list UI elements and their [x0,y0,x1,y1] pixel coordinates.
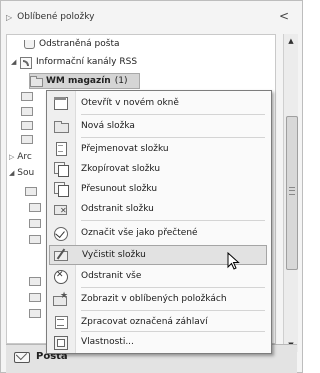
move-folder-icon [53,182,69,197]
menu-item-process-marked-headers[interactable]: Zpracovat označená záhlaví [49,312,267,332]
menu-item-mark-all-read[interactable]: Označit vše jako přečtené [49,223,267,243]
menu-item-rename-folder[interactable]: Přejmenovat složku [49,139,267,159]
folder-icon [29,275,41,286]
unread-count: (1) [114,76,128,86]
menu-item-label: Odstranit vše [81,271,142,281]
menu-item-label: Vlastnosti... [81,337,134,347]
folder-icon [29,201,41,212]
new-window-icon [53,96,69,110]
menu-item-label: Odstranit složku [81,204,154,214]
mark-read-icon [53,226,69,241]
menu-item-label: Vyčistit složku [82,250,146,260]
grip-icon [289,187,295,195]
tree-item-label: Odstraněná pošta [39,39,120,49]
menu-item-new-folder[interactable]: Nová složka [49,116,267,136]
rename-icon [53,142,69,156]
expand-triangle-icon: ▷ [6,12,13,22]
tree-item-label: Arc [17,152,32,162]
tree-item-label: Informační kanály RSS [36,57,138,67]
clean-up-icon [54,248,70,262]
menu-item-move-folder[interactable]: Přesunout složku [49,179,267,199]
menu-item-label: Zkopírovat složku [81,164,161,174]
favorites-icon [53,291,69,306]
menu-item-open-new-window[interactable]: Otevřít v novém okně [49,93,267,113]
copy-folder-icon [53,162,69,177]
favorites-header[interactable]: ▷ Oblíbené položky [6,10,94,24]
properties-icon [53,335,69,350]
mouse-pointer-icon [227,252,240,270]
folder-icon [29,291,41,302]
new-folder-icon [53,119,69,133]
menu-item-label: Přesunout složku [81,184,158,194]
rss-icon [20,57,32,69]
delete-all-icon [53,269,69,284]
menu-item-delete-folder[interactable]: Odstranit složku [49,199,267,219]
menu-separator [81,287,265,288]
folder-icon [29,307,41,318]
favorites-label: Oblíbené položky [17,12,95,22]
expand-triangle-icon: ▷ [9,153,15,161]
folder-icon [30,76,43,87]
folder-icon [21,133,33,144]
tree-item-wm-magazin[interactable]: WM magazín (1) [29,73,141,89]
menu-item-show-in-favorites[interactable]: Zobrazit v oblíbených položkách [49,289,267,309]
tree-item-label: WM magazín [46,76,111,86]
delete-folder-icon [53,202,69,216]
tree-item-files[interactable]: ◢ Sou [9,168,34,178]
trash-icon [23,39,35,49]
tree-item-label: Sou [17,168,35,178]
folder-icon [21,90,33,101]
mail-icon [14,349,30,363]
menu-separator [81,220,265,221]
collapse-pane-button[interactable]: < [279,10,289,22]
menu-item-label: Zpracovat označená záhlaví [81,317,208,327]
folder-icon [29,217,41,228]
folder-icon [21,119,33,130]
menu-item-label: Zobrazit v oblíbených položkách [81,294,227,304]
folder-icon [29,233,41,244]
menu-item-properties[interactable]: Vlastnosti... [49,332,267,352]
menu-item-label: Označit vše jako přečtené [81,228,198,238]
context-menu: Otevřít v novém okně Nová složka Přejmen… [46,90,272,354]
folder-icon [25,185,37,196]
menu-separator [81,310,265,311]
tree-scrollbar[interactable]: ▲ ▼ [283,34,298,352]
collapse-triangle-icon: ◢ [9,169,15,177]
scroll-up-arrow-icon[interactable]: ▲ [284,34,298,48]
menu-item-label: Nová složka [81,121,135,131]
scrollbar-thumb[interactable] [286,116,298,270]
menu-item-copy-folder[interactable]: Zkopírovat složku [49,159,267,179]
headers-icon [53,315,69,329]
menu-separator [81,137,265,138]
menu-separator [81,114,265,115]
menu-item-label: Přejmenovat složku [81,144,169,154]
tree-item-rss[interactable]: ◢ Informační kanály RSS [11,55,137,69]
menu-item-label: Otevřít v novém okně [81,98,179,108]
collapse-triangle-icon: ◢ [11,58,17,66]
tree-item-archive[interactable]: ▷ Arc [9,152,32,162]
tree-item-deleted[interactable]: Odstraněná pošta [23,37,120,51]
folder-icon [21,105,33,116]
